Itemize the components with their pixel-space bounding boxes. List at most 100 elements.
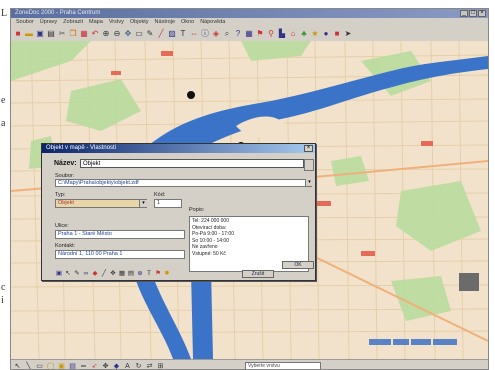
link-icon[interactable]: ∞ xyxy=(82,270,90,278)
house-icon[interactable]: ⌂ xyxy=(288,29,298,39)
fill-icon[interactable]: ▣ xyxy=(57,362,66,370)
menu-objekty[interactable]: Objekty xyxy=(130,18,149,26)
color-icon[interactable]: ◆ xyxy=(91,270,99,278)
menu-nastroje[interactable]: Nástroje xyxy=(155,18,175,26)
pan-icon[interactable]: ✥ xyxy=(123,29,133,39)
symbol-icon[interactable]: ◆ xyxy=(112,362,121,370)
menu-vrstvy[interactable]: Vrstvy xyxy=(109,18,124,26)
object-properties-dialog: Objekt v mapě - Vlastnosti × Název: Obje… xyxy=(41,143,316,281)
pin-icon[interactable]: ⚲ xyxy=(266,29,276,39)
contact-input[interactable]: Národní 1, 110 00 Praha 1 xyxy=(55,250,185,259)
street-input[interactable]: Praha 1 - Staré Město xyxy=(55,230,185,239)
dialog-titlebar[interactable]: Objekt v mapě - Vlastnosti × xyxy=(42,144,315,153)
menu-mapa[interactable]: Mapa xyxy=(89,18,103,26)
menu-soubor[interactable]: Soubor xyxy=(16,18,34,26)
image-icon[interactable]: ▣ xyxy=(55,270,63,278)
select-icon[interactable]: ▭ xyxy=(134,29,144,39)
window-titlebar[interactable]: ZoneDoc 2000 - Praha Centrum _ □ × xyxy=(11,9,488,18)
file-input-value: C:\Mapy\Praha\objekty\objekt.zdf xyxy=(58,180,139,186)
grid-icon[interactable]: ▦ xyxy=(118,270,126,278)
flag-icon[interactable]: ⚑ xyxy=(154,270,162,278)
square-icon[interactable]: ■ xyxy=(332,29,342,39)
label-icon[interactable]: A xyxy=(123,362,132,370)
flip-icon[interactable]: ⇄ xyxy=(145,362,154,370)
line-width-icon[interactable]: ═ xyxy=(79,362,88,370)
ok-button-label: OK xyxy=(294,262,302,268)
move-icon[interactable]: ✥ xyxy=(101,362,110,370)
tree-icon[interactable]: ♣ xyxy=(299,29,309,39)
menu-napoveda[interactable]: Nápověda xyxy=(200,18,225,26)
new-icon[interactable]: ■ xyxy=(13,29,23,39)
margin-mark: c xyxy=(1,282,6,293)
street-input-value: Praha 1 - Staré Město xyxy=(58,231,112,237)
open-icon[interactable]: ▬ xyxy=(24,29,34,39)
pointer-icon[interactable]: ↖ xyxy=(13,362,22,370)
code-label: Kód: xyxy=(154,192,166,198)
dialog-toolbar: ▣ ↖ ✎ ∞ ◆ ╱ ✥ ▦ ▤ ⊕ T ⚑ ✹ xyxy=(55,270,171,278)
line-icon[interactable]: ╱ xyxy=(100,270,108,278)
grid-icon[interactable]: ▦ xyxy=(244,29,254,39)
contact-label: Kontakt: xyxy=(55,243,76,249)
web-icon[interactable]: ⊕ xyxy=(136,270,144,278)
draw-icon[interactable]: ╲ xyxy=(24,362,33,370)
line-icon[interactable]: ╱ xyxy=(156,29,166,39)
paste-icon[interactable]: ▦ xyxy=(79,29,89,39)
cancel-button-label: Zrušit xyxy=(251,271,265,277)
type-select[interactable]: Objekt xyxy=(55,199,147,208)
move-icon[interactable]: ✥ xyxy=(109,270,117,278)
measure-icon[interactable]: ⇔ xyxy=(189,29,199,39)
zoom-in-icon[interactable]: ⊕ xyxy=(101,29,111,39)
color-icon[interactable]: ▤ xyxy=(68,362,77,370)
save-icon[interactable]: ▣ xyxy=(35,29,45,39)
rotate-icon[interactable]: ↻ xyxy=(134,362,143,370)
bulb-icon[interactable]: ✹ xyxy=(163,270,171,278)
menu-zobrazit[interactable]: Zobrazit xyxy=(63,18,83,26)
menu-upravy[interactable]: Úpravy xyxy=(40,18,57,26)
rect-icon[interactable]: ▭ xyxy=(35,362,44,370)
name-input-value: Objekt xyxy=(83,161,101,167)
arrow-tool-icon[interactable]: ➶ xyxy=(90,362,99,370)
copy-icon[interactable]: ❐ xyxy=(68,29,78,39)
code-input-value: 1 xyxy=(157,200,161,206)
arrow-icon[interactable]: ➤ xyxy=(343,29,353,39)
flag-icon[interactable]: ⚑ xyxy=(255,29,265,39)
pointer-icon[interactable]: ↖ xyxy=(64,270,72,278)
print-icon[interactable]: ▤ xyxy=(46,29,56,39)
margin-mark: e xyxy=(1,95,6,106)
undo-icon[interactable]: ↶ xyxy=(90,29,100,39)
minimize-button[interactable]: _ xyxy=(460,10,468,17)
search-icon[interactable]: ⌕ xyxy=(222,29,232,39)
camera-icon[interactable]: ▤ xyxy=(127,270,135,278)
menu-okno[interactable]: Okno xyxy=(181,18,194,26)
file-input[interactable]: C:\Mapy\Praha\objekty\objekt.zdf xyxy=(55,179,312,187)
star-icon[interactable]: ★ xyxy=(310,29,320,39)
maximize-button[interactable]: □ xyxy=(469,10,477,17)
snap-icon[interactable]: ⊞ xyxy=(156,362,165,370)
type-label: Typ: xyxy=(55,192,66,198)
description-line: Vstupné: 50 Kč xyxy=(192,250,226,257)
ok-button[interactable]: OK xyxy=(282,261,314,269)
info-icon[interactable]: ⓘ xyxy=(200,29,210,39)
text-icon[interactable]: T xyxy=(178,29,188,39)
area-icon[interactable]: ▨ xyxy=(167,29,177,39)
close-button[interactable]: × xyxy=(478,10,486,17)
ellipse-icon[interactable]: ◯ xyxy=(46,362,55,370)
zoom-out-icon[interactable]: ⊖ xyxy=(112,29,122,39)
main-toolbar: ■ ▬ ▣ ▤ ✂ ❐ ▦ ↶ ⊕ ⊖ ✥ ▭ ✎ ╱ ▨ T ⇔ ⓘ ◈ ⌕ … xyxy=(11,26,488,42)
pen-icon[interactable]: ✎ xyxy=(73,270,81,278)
cancel-button[interactable]: Zrušit xyxy=(242,270,274,278)
file-dropdown-arrow[interactable]: ▾ xyxy=(305,179,313,186)
layers-icon[interactable]: ◈ xyxy=(211,29,221,39)
car-icon[interactable]: ▙ xyxy=(277,29,287,39)
type-dropdown-arrow[interactable]: ▾ xyxy=(139,200,147,207)
code-input[interactable]: 1 xyxy=(154,199,182,208)
circle-icon[interactable]: ● xyxy=(321,29,331,39)
text-icon[interactable]: T xyxy=(145,270,153,278)
pen-icon[interactable]: ✎ xyxy=(145,29,155,39)
dialog-close-button[interactable]: × xyxy=(304,145,313,152)
help-icon[interactable]: ? xyxy=(233,29,243,39)
layer-select[interactable]: Vyberte vrstvu xyxy=(245,362,321,369)
cut-icon[interactable]: ✂ xyxy=(57,29,67,39)
name-side-button[interactable] xyxy=(304,159,314,171)
name-input[interactable]: Objekt xyxy=(80,159,304,168)
